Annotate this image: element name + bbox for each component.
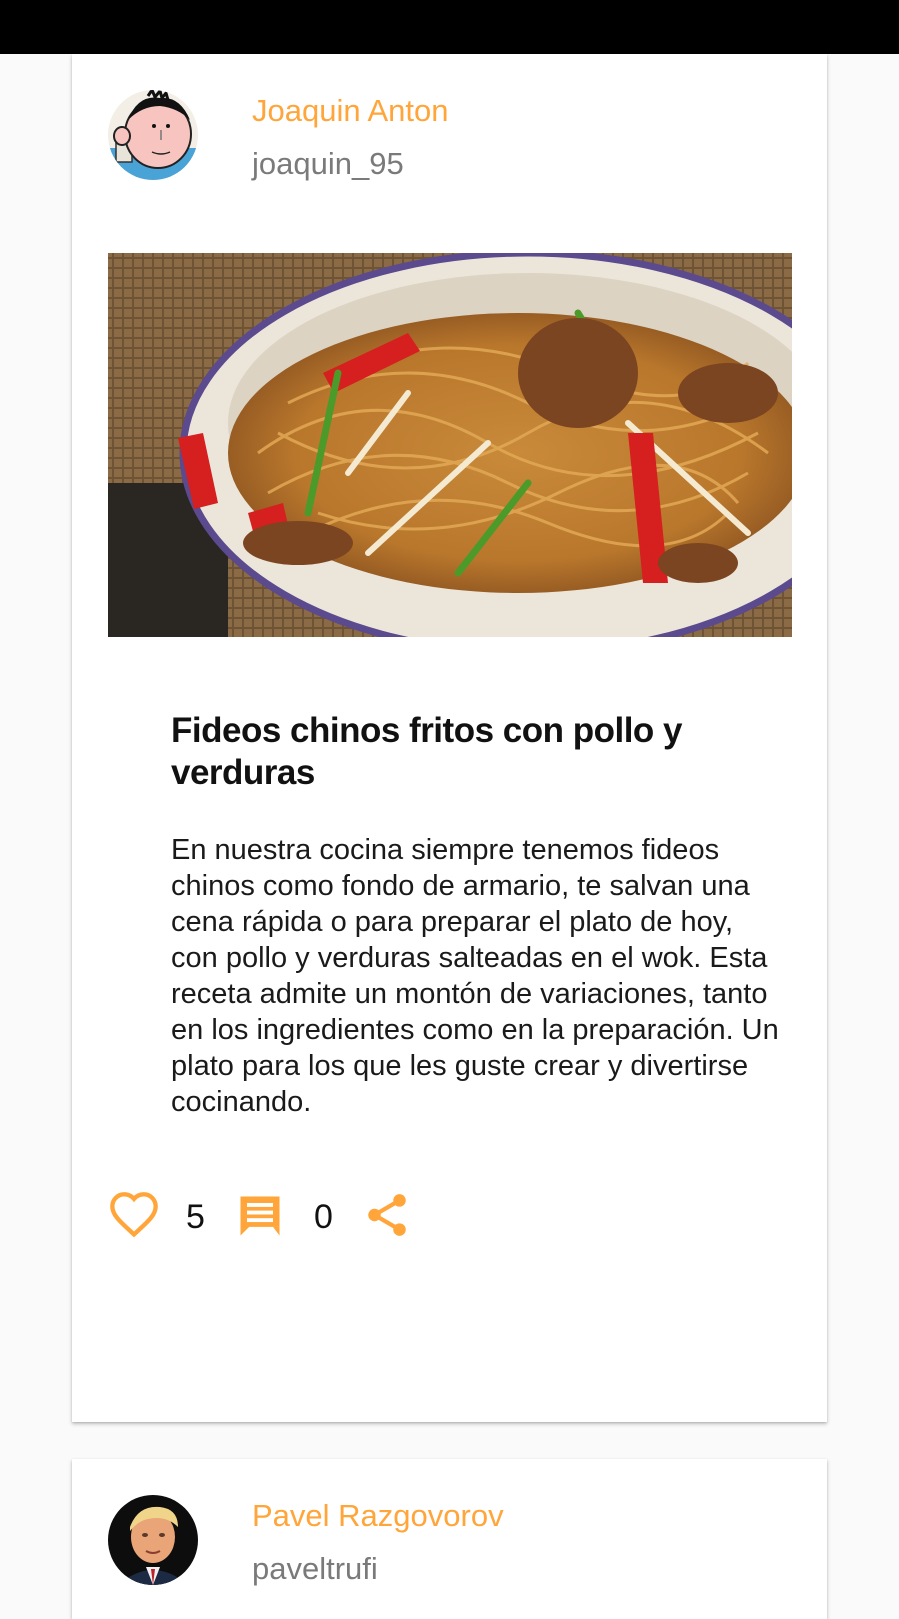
post-actions: 5 0 [108,1190,608,1250]
comment-icon[interactable] [234,1190,288,1244]
post-description: En nuestra cocina siempre tenemos fideos… [171,834,779,1118]
comments-count: 0 [314,1198,333,1236]
heart-outline-icon[interactable] [108,1190,162,1244]
post-title[interactable]: Fideos chinos fritos con pollo y verdura… [171,710,731,794]
author-name[interactable]: Joaquin Anton [252,93,449,129]
post-author[interactable]: Pavel Razgovorov paveltrufi [108,1495,788,1587]
author-handle: paveltrufi [252,1551,378,1586]
likes-count: 5 [186,1198,205,1236]
author-handle: joaquin_95 [252,146,404,181]
share-icon[interactable] [362,1190,416,1244]
status-bar [0,0,899,54]
post-card: Joaquin Anton joaquin_95 Fideos chinos f… [72,54,827,1422]
author-avatar[interactable] [108,1495,198,1585]
post-card: Pavel Razgovorov paveltrufi [72,1459,827,1619]
author-name[interactable]: Pavel Razgovorov [252,1498,504,1534]
author-avatar[interactable] [108,90,198,180]
post-author[interactable]: Joaquin Anton joaquin_95 [108,90,788,182]
post-image[interactable] [108,253,792,637]
